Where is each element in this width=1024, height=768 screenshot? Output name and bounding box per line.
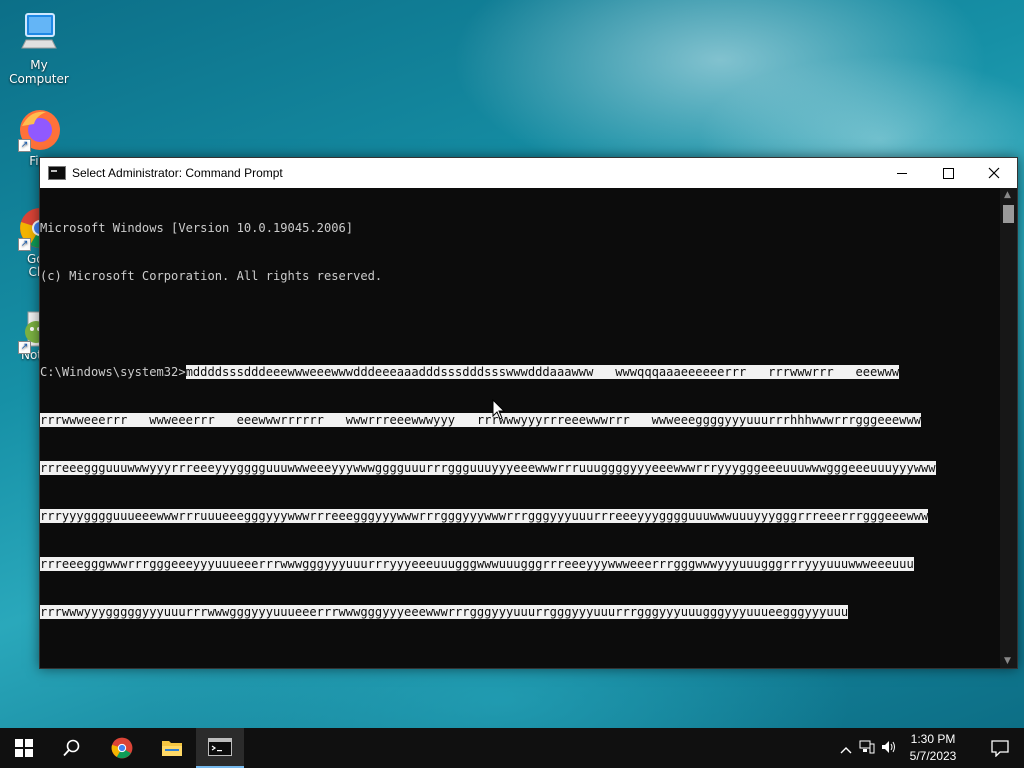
console-line: rrryyygggguuueeewwwrrruuueeegggyyywwwrrr… [40, 508, 1000, 524]
command-prompt-window[interactable]: Select Administrator: Command Prompt Mic… [39, 157, 1018, 669]
selected-text[interactable]: rrryyygggguuueeewwwrrruuueeegggyyywwwrrr… [40, 509, 929, 523]
windows-logo-icon [15, 739, 33, 757]
search-button[interactable] [48, 728, 96, 768]
cmd-icon [208, 738, 232, 756]
shortcut-arrow-icon: ↗ [18, 238, 31, 251]
scroll-up-icon[interactable]: ▲ [1004, 190, 1011, 200]
taskbar-command-prompt[interactable] [196, 728, 244, 768]
console-line: rrreeegggwwwrrrgggeeeyyyuuueeerrrwwwgggy… [40, 556, 1000, 572]
minimize-button[interactable] [879, 158, 925, 188]
start-button[interactable] [0, 728, 48, 768]
scroll-down-icon[interactable]: ▼ [1004, 656, 1011, 666]
taskbar: 1:30 PM 5/7/2023 [0, 728, 1024, 768]
shortcut-arrow-icon: ↗ [18, 139, 31, 152]
clock[interactable]: 1:30 PM 5/7/2023 [898, 731, 968, 765]
scrollbar-thumb[interactable] [1003, 205, 1014, 223]
notification-icon [991, 739, 1009, 757]
console-line: Microsoft Windows [Version 10.0.19045.20… [40, 221, 354, 235]
chrome-icon [111, 737, 133, 759]
title-bar[interactable]: Select Administrator: Command Prompt [40, 158, 1017, 188]
console-line: rrrwwwyyygggggyyyuuurrrwwwgggyyyuuueeerr… [40, 604, 1000, 620]
console-output[interactable]: Microsoft Windows [Version 10.0.19045.20… [40, 188, 1000, 668]
cmd-app-icon [48, 166, 66, 180]
selected-text[interactable]: rrreeeggguuuwwwyyyrrreeeyyygggguuuwwweee… [40, 461, 936, 475]
close-button[interactable] [971, 158, 1017, 188]
volume-icon[interactable] [878, 739, 900, 758]
firefox-icon: ↗ [16, 106, 62, 152]
computer-icon [16, 10, 62, 56]
search-icon [63, 739, 80, 757]
close-icon [988, 167, 1000, 179]
mouse-pointer-icon [492, 399, 506, 420]
maximize-icon [942, 167, 954, 179]
console-line: (c) Microsoft Corporation. All rights re… [40, 269, 383, 283]
desktop-icon-label: My Computer [9, 58, 69, 86]
show-hidden-icons-chevron-icon[interactable] [836, 739, 856, 758]
taskbar-file-explorer[interactable] [148, 728, 196, 768]
clock-date: 5/7/2023 [909, 749, 957, 763]
window-title: Select Administrator: Command Prompt [72, 166, 283, 180]
network-icon[interactable] [856, 739, 878, 758]
console-line: C:\Windows\system32>mddddsssdddeeewwweee… [40, 364, 1000, 380]
maximize-button[interactable] [925, 158, 971, 188]
taskbar-chrome[interactable] [98, 728, 146, 768]
system-tray [836, 728, 900, 768]
selected-text[interactable]: rrrwwweeerrr wwweeerrr eeewwwrrrrrr wwwr… [40, 413, 922, 427]
selected-text[interactable]: rrreeegggwwwrrrgggeeeyyyuuueeerrrwwwgggy… [40, 557, 914, 571]
desktop-icon-my-computer[interactable]: My Computer [0, 10, 78, 86]
minimize-icon [897, 172, 907, 174]
console-line: rrrwwweeerrr wwweeerrr eeewwwrrrrrr wwwr… [40, 412, 1000, 428]
selected-text[interactable]: rrrwwwyyygggggyyyuuurrrwwwgggyyyuuueeerr… [40, 605, 849, 619]
folder-icon [162, 741, 182, 756]
clock-time: 1:30 PM [910, 732, 956, 746]
vertical-scrollbar[interactable]: ▲ ▼ [1000, 188, 1017, 668]
selected-text[interactable]: mddddsssdddeeewwweeewwwdddeeeaaadddsssdd… [185, 365, 900, 379]
console-line: rrreeeggguuuwwwyyyrrreeeyyygggguuuwwweee… [40, 460, 1000, 476]
command-prompt-path: C:\Windows\system32> [40, 365, 186, 379]
action-center-button[interactable] [976, 728, 1024, 768]
shortcut-arrow-icon: ↗ [18, 341, 31, 354]
